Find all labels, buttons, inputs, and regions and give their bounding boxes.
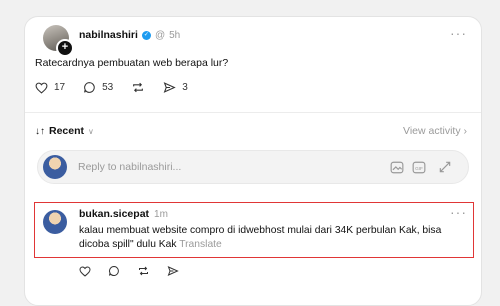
author-username[interactable]: nabilnashiri [79,29,138,41]
divider [25,112,481,113]
like-icon[interactable] [35,82,48,94]
post-time: 5h [169,29,181,41]
commenter-username[interactable]: bukan.sicepat [79,208,149,220]
thread-card: + nabilnashiri ✓ @ 5h ··· Ratecardnya pe… [24,16,482,306]
comment-like-icon[interactable] [79,265,91,277]
sort-dropdown[interactable]: ↓↑ Recent ∨ [35,125,94,137]
like-count: 17 [54,82,66,93]
user-avatar [43,155,67,179]
follow-plus-icon[interactable]: + [56,39,74,57]
comment-actions [79,265,179,277]
reply-input[interactable]: Reply to nabilnashiri... [78,161,181,173]
chevron-down-icon: ∨ [88,126,94,136]
comment-icon[interactable] [83,81,96,94]
chevron-right-icon: › [463,125,468,137]
comment-reply-icon[interactable] [108,265,120,277]
post-text: Ratecardnya pembuatan web berapa lur? [35,57,229,69]
sort-label: Recent [49,125,85,137]
svg-text:GIF: GIF [415,166,423,171]
commenter-avatar[interactable] [43,210,67,234]
verified-badge-icon: ✓ [141,30,151,40]
more-options-icon[interactable]: ··· [450,25,467,41]
reply-box: Reply to nabilnashiri... GIF [37,150,469,184]
view-activity-link[interactable]: View activity › [403,125,467,137]
comment-count: 53 [102,82,114,93]
comment-repost-icon[interactable] [137,265,150,277]
comment-more-icon[interactable]: ··· [450,204,467,220]
image-icon[interactable] [390,161,404,174]
expand-icon[interactable] [438,160,452,174]
threads-icon: @ [154,29,166,41]
share-icon[interactable] [163,81,176,94]
comment-time: 1m [154,208,168,220]
comment-text: kalau membuat website compro di idwebhos… [79,225,442,250]
comment-text-block: kalau membuat website compro di idwebhos… [79,224,464,252]
sort-icon: ↓↑ [35,125,45,137]
post-actions: 17 53 3 [35,81,188,94]
translate-link[interactable]: Translate [179,239,222,250]
repost-icon[interactable] [131,81,145,94]
gif-icon[interactable]: GIF [412,161,426,174]
view-activity-label: View activity [403,125,461,137]
comment-share-icon[interactable] [167,265,179,277]
share-count: 3 [182,82,188,93]
